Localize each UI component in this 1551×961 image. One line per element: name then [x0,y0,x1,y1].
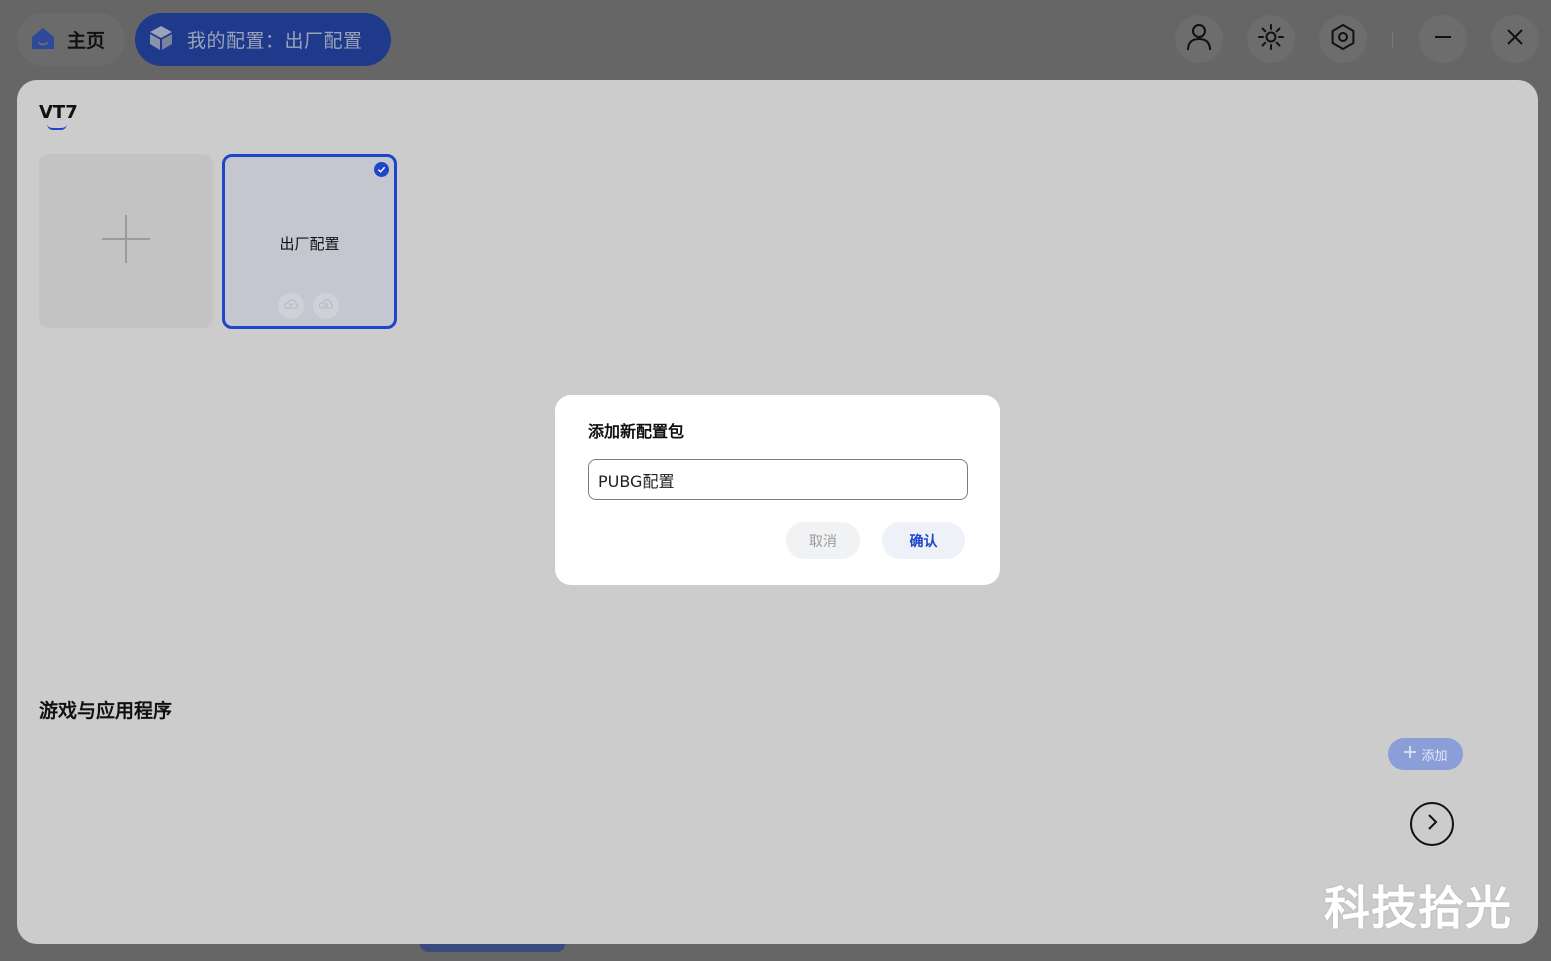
current-config-tab[interactable]: 我的配置：出厂配置 [135,13,391,66]
confirm-button[interactable]: 确认 [882,522,965,559]
settings-button[interactable] [1319,15,1367,63]
profile-name-input[interactable] [588,459,968,500]
cloud-share-icon [318,296,334,316]
profile-card[interactable]: 出厂配置 [222,154,397,329]
settings-hex-icon [1329,23,1357,55]
plus-icon [100,213,152,269]
user-button[interactable] [1175,15,1223,63]
watermark: 科技拾光 [1324,881,1512,935]
close-button[interactable] [1491,15,1539,63]
home-icon [29,24,57,56]
minimize-icon [1433,27,1453,51]
current-config-label: 我的配置：出厂配置 [187,30,363,52]
brightness-button[interactable] [1247,15,1295,63]
topbar-divider [1392,31,1393,47]
check-icon [374,162,389,177]
next-page-button[interactable] [1410,802,1454,846]
device-underline [47,124,67,130]
cube-icon [147,24,175,56]
home-label: 主页 [67,30,106,52]
home-button[interactable]: 主页 [17,13,125,66]
user-icon [1184,22,1214,56]
bottom-tab-indicator [420,944,565,952]
device-name: VT7 [39,102,78,123]
chevron-right-icon [1423,813,1441,835]
add-app-button[interactable]: 添加 [1388,738,1463,770]
cloud-upload-icon [283,296,299,316]
close-icon [1505,27,1525,51]
add-profile-dialog: 添加新配置包 取消 确认 [555,395,1000,585]
apps-section-title: 游戏与应用程序 [39,700,173,722]
cancel-button[interactable]: 取消 [786,522,860,559]
add-profile-card[interactable] [39,154,213,328]
plus-icon [1403,745,1417,763]
share-cloud-button[interactable] [313,293,339,319]
add-app-label: 添加 [1421,748,1448,764]
upload-cloud-button[interactable] [278,293,304,319]
brightness-icon [1257,23,1285,55]
dialog-title: 添加新配置包 [588,422,685,441]
profile-name: 出厂配置 [279,235,340,253]
minimize-button[interactable] [1419,15,1467,63]
